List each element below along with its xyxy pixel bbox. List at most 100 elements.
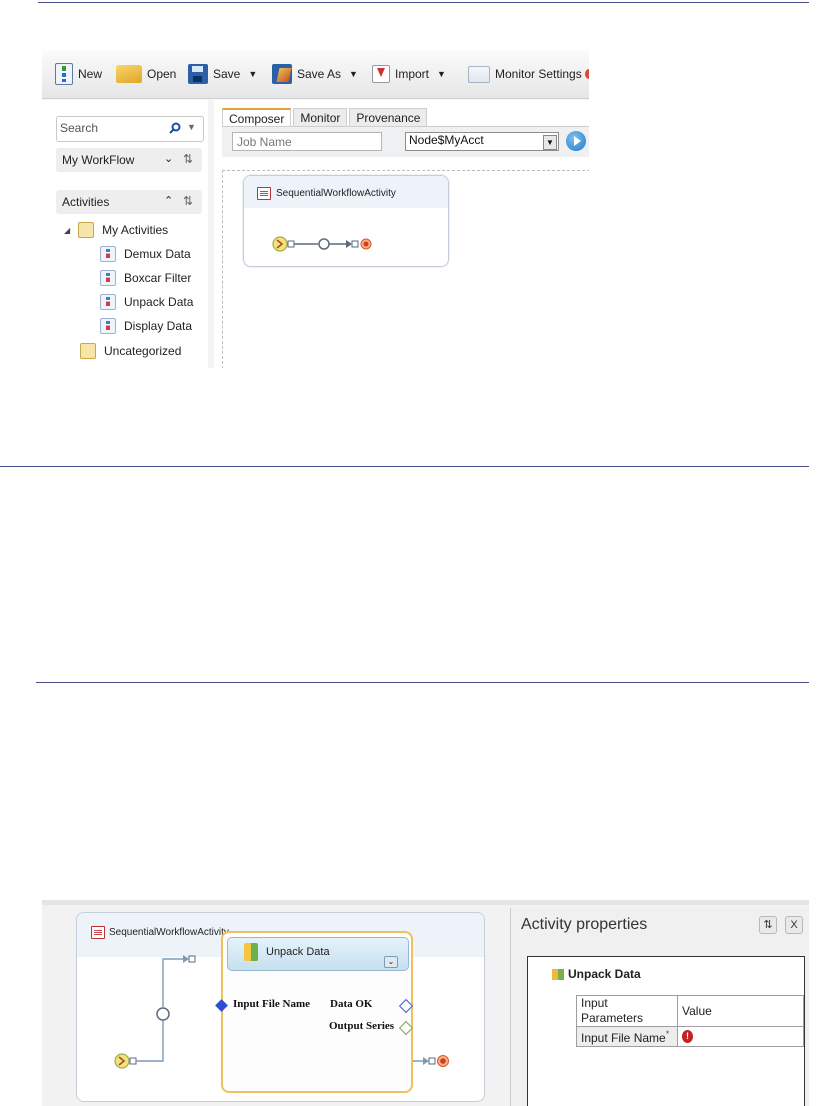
toolbar: New Open Save ▼ Save As ▼ Import ▼ Monit… — [42, 50, 589, 99]
search-icon[interactable] — [169, 122, 181, 137]
table-header-row: Input Parameters Value — [576, 995, 804, 1027]
validation-error-icon: ! — [682, 1030, 693, 1044]
unpack-data-activity[interactable]: Unpack Data ⌄ Input File Name Data OK Ou… — [215, 931, 414, 1093]
open-label: Open — [147, 67, 177, 81]
monitor-settings-icon — [468, 65, 490, 83]
tree-item-boxcar-filter[interactable]: Boxcar Filter — [100, 268, 191, 288]
activity-properties-screenshot: SequentialWorkflowActivity Unpack Data ⌄… — [42, 900, 809, 1106]
composer-area: Composer Monitor Provenance Job Name Nod… — [214, 100, 589, 368]
tab-monitor[interactable]: Monitor — [293, 108, 348, 126]
sequence-activity-icon — [257, 187, 271, 200]
activities-refresh-icon[interactable]: ⇅ — [183, 194, 193, 208]
save-label: Save — [213, 67, 241, 81]
tree-item-label: Display Data — [124, 319, 193, 333]
import-dropdown-chevron-icon[interactable]: ▼ — [437, 69, 446, 79]
properties-tree-root: Unpack Data — [568, 967, 641, 981]
tree-item-display-data[interactable]: Display Data — [100, 316, 192, 336]
output-port-label-data-ok: Data OK — [330, 998, 373, 1010]
column-header: Value — [677, 995, 804, 1027]
import-icon — [372, 65, 390, 83]
activity-icon — [100, 270, 116, 286]
tree-item-label: Unpack Data — [124, 295, 194, 309]
activities-chevron-up-icon[interactable]: ⌃ — [164, 194, 173, 207]
table-row[interactable]: Input File Name* ! — [576, 1026, 804, 1047]
node-account-select[interactable]: Node$MyAcct ▼ — [405, 132, 559, 151]
properties-close-button[interactable]: X — [785, 916, 803, 934]
divider-rule-3 — [36, 682, 809, 683]
tree-item-label: My Activities — [102, 223, 169, 237]
output-port-data-ok-icon[interactable] — [398, 998, 414, 1014]
panel-splitter[interactable] — [500, 908, 506, 1106]
save-button[interactable]: Save ▼ — [188, 64, 257, 84]
import-button[interactable]: Import ▼ — [372, 64, 446, 84]
activities-section-header[interactable]: Activities ⌃ ⇅ — [56, 190, 202, 214]
activity-folder-icon — [80, 343, 96, 359]
node-account-dropdown-icon[interactable]: ▼ — [543, 135, 557, 150]
activity-icon — [100, 318, 116, 334]
new-label: New — [78, 67, 103, 81]
open-button[interactable]: Open — [116, 64, 176, 84]
workflow-canvas[interactable]: SequentialWorkflowActivity — [222, 170, 589, 368]
search-placeholder: Search — [60, 121, 99, 135]
job-bar: Job Name Node$MyAcct ▼ — [222, 126, 589, 157]
activity-tree-icon — [552, 969, 564, 980]
parameter-name: Input File Name — [581, 1031, 666, 1045]
collapse-chevron-icon[interactable]: ⌄ — [384, 956, 398, 968]
job-name-placeholder: Job Name — [237, 135, 292, 149]
output-port-series-icon[interactable] — [398, 1020, 414, 1036]
sequence-activity-card[interactable]: SequentialWorkflowActivity — [243, 175, 449, 267]
tab-composer[interactable]: Composer — [222, 108, 292, 126]
new-button[interactable]: New — [55, 63, 103, 85]
tab-provenance[interactable]: Provenance — [349, 108, 428, 126]
parameter-value-cell[interactable]: ! — [677, 1026, 804, 1047]
properties-swap-icon[interactable]: ⇅ — [759, 916, 777, 934]
activity-properties-panel: Activity properties ⇅ X Unpack Data Inpu… — [510, 908, 809, 1106]
search-options-chevron-icon[interactable]: ▼ — [187, 122, 196, 132]
workflow-refresh-icon[interactable]: ⇅ — [183, 152, 193, 166]
divider-rule-2 — [0, 466, 809, 467]
unpack-data-icon — [244, 943, 258, 961]
save-as-label: Save As — [297, 67, 342, 81]
properties-title: Activity properties — [521, 916, 648, 933]
tree-item-demux-data[interactable]: Demux Data — [100, 244, 191, 264]
save-disk-icon — [188, 64, 208, 84]
workflow-composer-screenshot: New Open Save ▼ Save As ▼ Import ▼ Monit… — [42, 50, 589, 368]
expand-triangle-icon[interactable]: ◢ — [64, 226, 70, 235]
sequence-flow-connector — [272, 236, 372, 252]
divider-rule-1 — [38, 2, 809, 3]
tree-item-label: Uncategorized — [104, 344, 182, 358]
input-port-label: Input File Name — [233, 998, 310, 1010]
workflow-label: My WorkFlow — [62, 153, 135, 167]
monitor-settings-label: Monitor Settings — [495, 67, 582, 81]
save-as-icon — [272, 64, 292, 84]
workflow-chevron-down-icon[interactable]: ⌄ — [164, 152, 173, 165]
overflow-indicator-icon — [585, 69, 589, 79]
screenshot-top-edge — [42, 900, 809, 905]
tree-item-label: Demux Data — [124, 247, 191, 261]
unpack-data-title: Unpack Data — [266, 946, 330, 958]
save-dropdown-chevron-icon[interactable]: ▼ — [248, 69, 257, 79]
save-as-dropdown-chevron-icon[interactable]: ▼ — [349, 69, 358, 79]
sequence-activity-card[interactable]: SequentialWorkflowActivity Unpack Data ⌄… — [76, 912, 485, 1102]
save-as-button[interactable]: Save As ▼ — [272, 64, 358, 84]
run-play-button[interactable] — [566, 131, 586, 151]
tree-item-unpack-data[interactable]: Unpack Data — [100, 292, 193, 312]
workflow-selector[interactable]: My WorkFlow ⌄ ⇅ — [56, 148, 202, 172]
properties-grid: Unpack Data Input Parameters Value Input… — [527, 956, 805, 1106]
tree-item-my-activities[interactable]: ◢ My Activities — [64, 220, 168, 240]
new-workflow-icon — [55, 63, 73, 85]
tree-item-uncategorized[interactable]: Uncategorized — [80, 341, 181, 361]
monitor-settings-button[interactable]: Monitor Settings — [468, 64, 582, 84]
sequence-activity-title: SequentialWorkflowActivity — [276, 188, 396, 199]
tab-bar: Composer Monitor Provenance — [222, 108, 428, 126]
activity-icon — [100, 246, 116, 262]
import-label: Import — [395, 67, 430, 81]
properties-table: Input Parameters Value Input File Name* … — [576, 995, 804, 1047]
node-account-value: Node$MyAcct — [409, 133, 484, 147]
activities-sidebar: Search ▼ My WorkFlow ⌄ ⇅ Activities ⌃ ⇅ … — [42, 100, 209, 368]
job-name-input[interactable]: Job Name — [232, 132, 382, 151]
search-input[interactable]: Search ▼ — [56, 116, 204, 142]
output-port-label-output-series: Output Series — [329, 1020, 395, 1032]
required-marker: * — [665, 1029, 670, 1039]
tree-item-label: Boxcar Filter — [124, 271, 192, 285]
